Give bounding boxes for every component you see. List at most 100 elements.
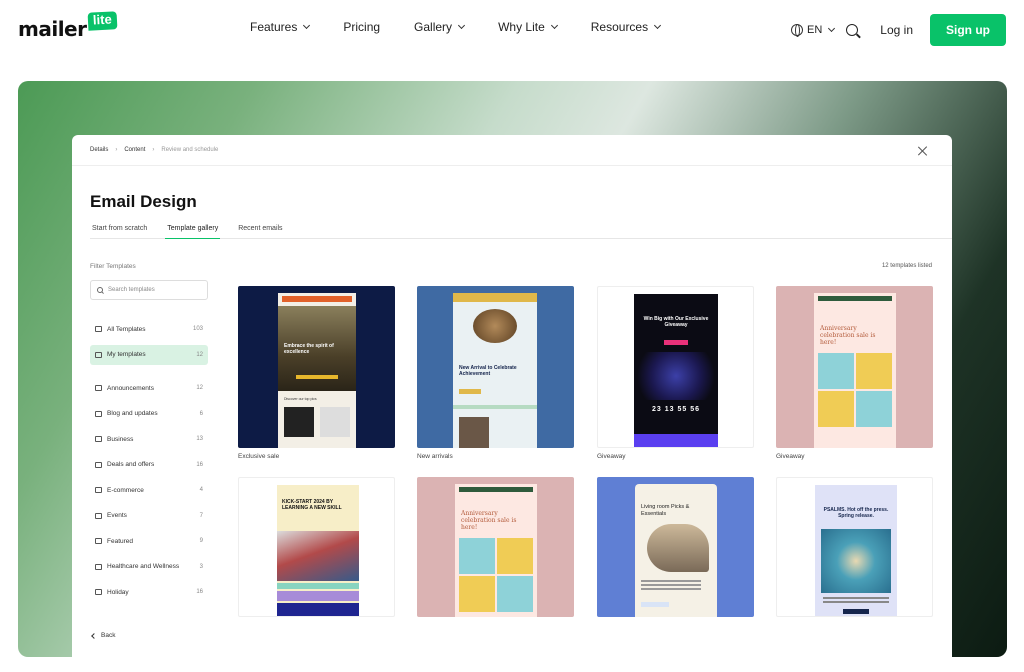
mailerlite-logo[interactable]: mailer lite	[18, 11, 118, 42]
template-hero-image	[634, 352, 718, 400]
category-events[interactable]: Events 7	[90, 506, 208, 526]
breadcrumb-review[interactable]: Review and schedule	[161, 147, 218, 153]
template-text-lines	[641, 580, 701, 582]
breadcrumb-chevron-icon: ›	[152, 147, 155, 153]
category-count: 16	[196, 461, 203, 468]
signup-button[interactable]: Sign up	[930, 14, 1006, 46]
nav-pricing[interactable]: Pricing	[343, 20, 380, 34]
template-name: Exclusive sale	[238, 453, 280, 460]
template-preview: KICK-START 2024 BY LEARNING A NEW SKILL	[277, 485, 359, 616]
category-my-templates[interactable]: My templates 12	[90, 344, 208, 365]
category-count: 13	[196, 436, 203, 442]
template-cta	[459, 389, 481, 394]
template-image	[459, 576, 495, 612]
category-label: All Templates	[107, 325, 146, 333]
template-image	[818, 391, 854, 427]
chevron-down-icon	[654, 21, 662, 30]
language-label: EN	[807, 24, 823, 36]
template-band	[277, 583, 359, 589]
template-banner	[453, 293, 537, 302]
template-card-exclusive-sale[interactable]: Embrace the spirit of excellence Discove…	[238, 286, 395, 448]
chevron-down-icon	[303, 21, 311, 30]
breadcrumb-details[interactable]: Details	[90, 147, 108, 153]
template-banner	[282, 296, 352, 302]
template-headline: Living room Picks & Essentials	[641, 504, 690, 517]
category-deals[interactable]: Deals and offers 16	[90, 455, 208, 475]
template-image	[320, 407, 350, 437]
language-selector[interactable]: EN	[791, 24, 836, 37]
template-image	[497, 538, 533, 574]
template-icon	[95, 351, 102, 358]
back-label: Back	[101, 632, 116, 639]
nav-features[interactable]: Features	[250, 20, 311, 34]
template-card-giveaway[interactable]: Win Big with Our Exclusive Giveaway 23 1…	[597, 286, 754, 448]
tab-start-from-scratch[interactable]: Start from scratch	[90, 223, 149, 239]
nav-gallery[interactable]: Gallery	[414, 20, 466, 34]
category-ecommerce[interactable]: E-commerce 4	[90, 480, 208, 500]
tab-template-gallery[interactable]: Template gallery	[165, 223, 221, 239]
template-headline: Embrace the spirit of excellence	[284, 343, 334, 355]
search-icon	[97, 287, 103, 293]
category-announcements[interactable]: Announcements 12	[90, 378, 208, 398]
template-card-psalms[interactable]: PSALMS. Hot off the press. Spring releas…	[776, 477, 933, 617]
templates-count: 12 templates listed	[881, 263, 932, 269]
category-label: Featured	[107, 537, 134, 545]
category-label: Healthcare and Wellness	[107, 563, 180, 570]
template-preview: Living room Picks & Essentials	[635, 484, 717, 617]
megaphone-icon	[95, 385, 102, 391]
nav-resources[interactable]: Resources	[591, 20, 662, 34]
category-count: 12	[196, 351, 203, 358]
category-business[interactable]: Business 13	[90, 429, 208, 449]
category-blog[interactable]: Blog and updates 6	[90, 404, 208, 424]
divider	[72, 617, 952, 618]
search-templates-input[interactable]: Search templates	[90, 280, 208, 300]
folder-icon	[95, 326, 102, 332]
tag-icon	[95, 461, 102, 468]
design-tabs: Start from scratch Template gallery Rece…	[90, 223, 952, 239]
template-name: Giveaway	[776, 453, 805, 460]
category-list: All Templates 103 My templates 12 Announce…	[90, 319, 208, 608]
template-preview: Win Big with Our Exclusive Giveaway 23 1…	[634, 294, 718, 447]
template-card-new-arrivals[interactable]: New Arrival to Celebrate Achievement	[417, 286, 574, 448]
category-label: Blog and updates	[107, 410, 158, 417]
template-card-kick-start[interactable]: KICK-START 2024 BY LEARNING A NEW SKILL	[238, 477, 395, 617]
category-count: 12	[196, 385, 203, 391]
template-preview: New Arrival to Celebrate Achievement	[453, 293, 537, 448]
login-link[interactable]: Log in	[880, 23, 913, 37]
template-card-living-room[interactable]: Living room Picks & Essentials	[597, 477, 754, 617]
template-image	[497, 576, 533, 612]
template-headline: KICK-START 2024 BY LEARNING A NEW SKILL	[282, 499, 342, 511]
category-all-templates[interactable]: All Templates 103	[90, 319, 208, 339]
breadcrumb-chevron-icon: ›	[115, 147, 118, 153]
category-label: Announcements	[107, 384, 154, 392]
logo-text: mailer	[18, 17, 87, 41]
email-design-modal: Details › Content › Review and schedule …	[72, 135, 952, 657]
template-hero-image	[277, 531, 359, 581]
category-count: 7	[199, 512, 203, 519]
category-label: E-commerce	[107, 486, 144, 494]
template-band	[277, 591, 359, 601]
search-icon[interactable]	[846, 24, 859, 36]
health-icon	[95, 563, 102, 570]
breadcrumb-content[interactable]: Content	[124, 147, 145, 153]
template-card-anniversary[interactable]: Anniversary celebration sale is here!	[776, 286, 933, 448]
main-menu: Features Pricing Gallery Why Lite Resour…	[250, 20, 694, 34]
nav-why-lite[interactable]: Why Lite	[498, 20, 558, 34]
category-holiday[interactable]: Holiday 16	[90, 582, 208, 602]
rss-icon	[95, 410, 102, 417]
back-button[interactable]: Back	[72, 623, 932, 648]
template-cta	[296, 375, 338, 379]
template-card-anniversary-2[interactable]: Anniversary celebration sale is here!	[417, 477, 574, 617]
template-preview: PSALMS. Hot off the press. Spring releas…	[815, 485, 897, 616]
calendar-icon	[95, 512, 102, 519]
category-label: Deals and offers	[107, 461, 155, 468]
category-healthcare[interactable]: Healthcare and Wellness 3	[90, 557, 208, 577]
chevron-down-icon	[458, 21, 466, 30]
template-headline: Win Big with Our Exclusive Giveaway	[643, 316, 709, 328]
category-spacer	[90, 370, 208, 378]
template-headline: New Arrival to Celebrate Achievement	[459, 365, 517, 377]
tab-recent-emails[interactable]: Recent emails	[236, 223, 284, 239]
template-image	[459, 538, 495, 574]
category-featured[interactable]: Featured 9	[90, 531, 208, 551]
close-icon[interactable]	[917, 145, 929, 157]
